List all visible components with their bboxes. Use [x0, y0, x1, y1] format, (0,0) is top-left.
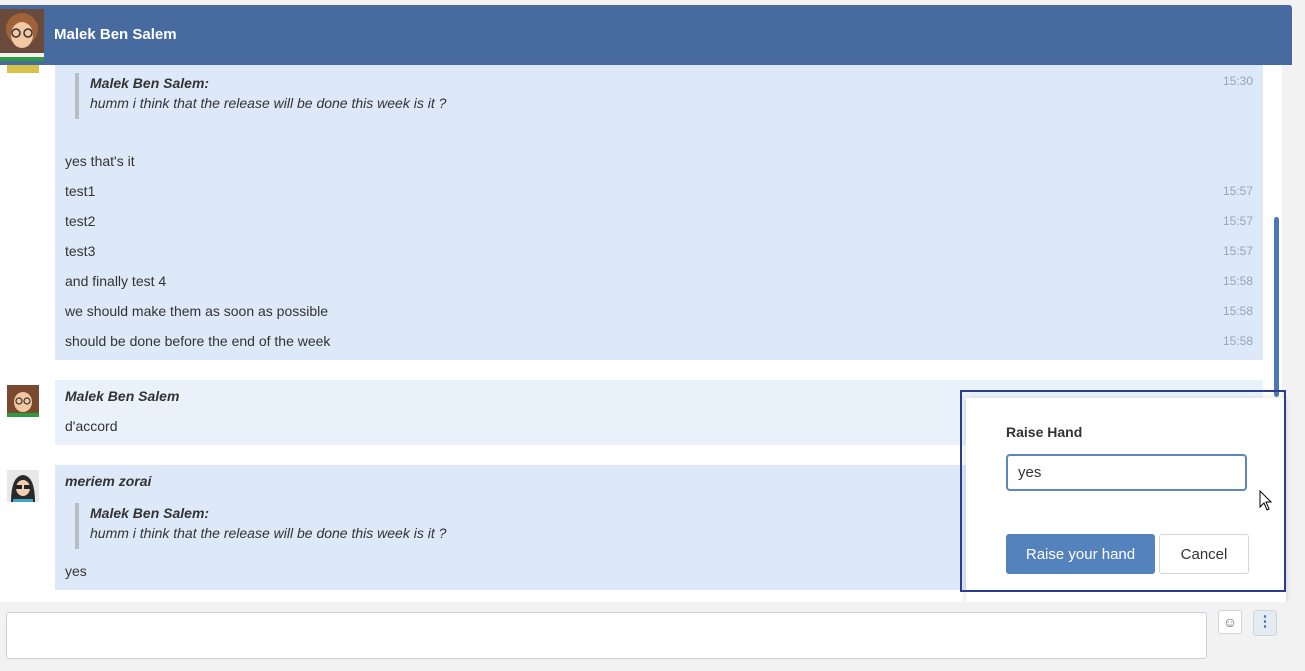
quote-text: humm i think that the release will be do…	[90, 95, 447, 111]
quote-text: humm i think that the release will be do…	[90, 525, 447, 541]
header-contact-name: Malek Ben Salem	[54, 26, 177, 43]
user-avatar-partial	[7, 65, 39, 73]
message-text: should be done before the end of the wee…	[65, 333, 331, 349]
message-time: 15:30	[1222, 74, 1253, 88]
message-text: d'accord	[65, 418, 118, 434]
message-text: test3	[65, 243, 96, 259]
message-text: yes	[65, 563, 87, 579]
chat-header: Malek Ben Salem	[0, 5, 1292, 65]
message-time: 15:58	[1222, 274, 1253, 288]
message-text: and finally test 4	[65, 273, 167, 289]
message-author: meriem zorai	[65, 473, 152, 489]
message-time: 15:57	[1222, 184, 1253, 198]
message-author: Malek Ben Salem	[65, 388, 180, 404]
message-text: test1	[65, 183, 96, 199]
popup-caret	[1255, 594, 1273, 603]
quote-author: Malek Ben Salem:	[90, 75, 210, 91]
message-text: yes that's it	[65, 153, 135, 169]
message-time: 15:58	[1222, 304, 1253, 318]
quoted-message: Malek Ben Salem: humm i think that the r…	[75, 73, 446, 119]
message-input[interactable]	[6, 612, 1207, 659]
scrollbar-thumb[interactable]	[1274, 217, 1279, 397]
message-text: we should make them as soon as possible	[65, 303, 329, 319]
message-time: 15:58	[1222, 334, 1253, 348]
contact-avatar[interactable]	[0, 9, 44, 61]
quote-author: Malek Ben Salem:	[90, 505, 210, 521]
message-text: test2	[65, 213, 96, 229]
composer-bar: ☺ ⋮	[0, 602, 1305, 671]
user-avatar[interactable]	[7, 470, 39, 502]
quoted-message: Malek Ben Salem: humm i think that the r…	[75, 503, 446, 549]
mouse-cursor-icon	[1259, 490, 1273, 511]
message-time: 15:57	[1222, 214, 1253, 228]
popup-focus-outline	[960, 390, 1286, 592]
smiley-icon[interactable]: ☺	[1218, 610, 1242, 634]
vertical-ellipsis-icon[interactable]: ⋮	[1253, 610, 1277, 636]
user-avatar[interactable]	[7, 385, 39, 417]
message-group: Malek Ben Salem: humm i think that the r…	[55, 65, 1263, 360]
message-time: 15:57	[1222, 244, 1253, 258]
